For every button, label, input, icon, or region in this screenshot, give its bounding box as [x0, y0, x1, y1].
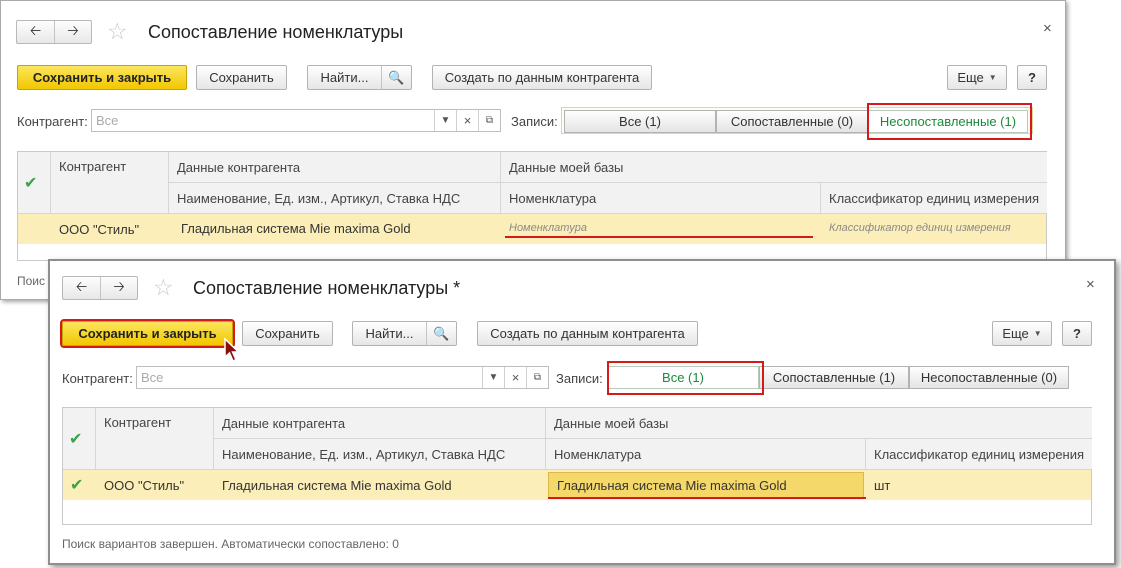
records-label: Записи:	[556, 371, 603, 386]
favorite-star-icon[interactable]: ☆	[107, 19, 128, 43]
open-icon[interactable]: ⧉	[526, 367, 548, 388]
nav-group: 🡠 🡢	[62, 276, 138, 300]
chevron-down-icon: ▼	[988, 73, 997, 82]
row-counterparty: ООО "Стиль"	[104, 477, 185, 493]
tab-all[interactable]: Все (1)	[564, 110, 716, 133]
close-icon[interactable]: ×	[1043, 20, 1052, 37]
red-underline	[505, 236, 813, 238]
find-group: Найти... 🔍	[307, 65, 412, 90]
dropdown-arrow-icon[interactable]: ▼	[434, 110, 456, 131]
header-nomenclature[interactable]: Номенклатура	[501, 183, 821, 214]
counterparty-placeholder: Все	[96, 113, 119, 128]
search-icon[interactable]: 🔍	[426, 322, 456, 345]
header-counterparty[interactable]: Контрагент	[51, 152, 169, 214]
more-label: Еще	[957, 70, 984, 85]
create-from-counterparty-button[interactable]: Создать по данным контрагента	[432, 65, 652, 90]
favorite-star-icon[interactable]: ☆	[153, 275, 174, 299]
records-switch: Все (1) Сопоставленные (0) Несопоставлен…	[561, 107, 1033, 134]
header-check: ✔	[63, 408, 96, 470]
red-underline	[548, 497, 866, 499]
row-check[interactable]: ✔	[63, 470, 83, 500]
tab-matched[interactable]: Сопоставленные (0)	[716, 110, 868, 133]
more-label: Еще	[1002, 326, 1029, 341]
find-button[interactable]: Найти...	[308, 66, 381, 89]
clear-icon[interactable]: ×	[456, 110, 478, 131]
header-unit-classifier[interactable]: Классификатор единиц измерения	[821, 183, 1047, 214]
row-counterparty: ООО "Стиль"	[59, 221, 140, 237]
status-text: Поис	[17, 274, 46, 288]
row-cp-name: Гладильная система Mie maxima Gold	[181, 220, 411, 236]
header-check: ✔	[18, 152, 51, 214]
save-close-button[interactable]: Сохранить и закрыть	[60, 319, 235, 348]
checkmark-icon: ✔	[70, 477, 84, 494]
forward-arrow-icon[interactable]: 🡢	[54, 21, 91, 43]
nav-group: 🡠 🡢	[16, 20, 92, 44]
clear-icon[interactable]: ×	[504, 367, 526, 388]
matching-table: ✔ Контрагент Данные контрагента Наименов…	[17, 151, 1047, 261]
tab-matched[interactable]: Сопоставленные (1)	[759, 366, 909, 389]
save-button[interactable]: Сохранить	[242, 321, 333, 346]
row-unit[interactable]: шт	[866, 470, 890, 500]
save-button[interactable]: Сохранить	[196, 65, 287, 90]
more-button[interactable]: Еще ▼	[992, 321, 1052, 346]
counterparty-field[interactable]: Все ▼ × ⧉	[91, 109, 501, 132]
row-unit-placeholder[interactable]: Классификатор единиц измерения	[821, 214, 1011, 242]
matching-table: ✔ Контрагент Данные контрагента Наименов…	[62, 407, 1092, 525]
help-button[interactable]: ?	[1062, 321, 1092, 346]
header-cp-data-sub[interactable]: Наименование, Ед. изм., Артикул, Ставка …	[214, 439, 546, 470]
header-my-data[interactable]: Данные моей базы	[546, 408, 1092, 439]
records-switch: Все (1) Сопоставленные (1) Несопоставлен…	[605, 364, 1075, 391]
help-button[interactable]: ?	[1017, 65, 1047, 90]
header-nomenclature[interactable]: Номенклатура	[546, 439, 866, 470]
back-arrow-icon[interactable]: 🡠	[17, 21, 54, 43]
header-cp-data[interactable]: Данные контрагента	[214, 408, 546, 439]
back-arrow-icon[interactable]: 🡠	[63, 277, 100, 299]
find-button[interactable]: Найти...	[353, 322, 426, 345]
search-icon[interactable]: 🔍	[381, 66, 411, 89]
row-cp-name: Гладильная система Mie maxima Gold	[222, 477, 452, 493]
counterparty-placeholder: Все	[141, 370, 164, 385]
forward-arrow-icon[interactable]: 🡢	[100, 277, 137, 299]
window-1: 🡠 🡢 ☆ Сопоставление номенклатуры × Сохра…	[0, 0, 1066, 300]
find-group: Найти... 🔍	[352, 321, 457, 346]
counterparty-label: Контрагент:	[17, 114, 88, 129]
mouse-cursor-icon	[224, 337, 241, 363]
header-cp-data-sub[interactable]: Наименование, Ед. изм., Артикул, Ставка …	[169, 183, 501, 214]
checkmark-icon: ✔	[69, 430, 83, 448]
checkmark-icon: ✔	[24, 174, 38, 192]
status-text: Поиск вариантов завершен. Автоматически …	[62, 537, 399, 551]
tab-unmatched[interactable]: Несопоставленные (1)	[868, 110, 1028, 133]
tab-unmatched[interactable]: Несопоставленные (0)	[909, 366, 1069, 389]
table-row[interactable]: ООО "Стиль" Гладильная система Mie maxim…	[18, 214, 1046, 244]
dropdown-arrow-icon[interactable]: ▼	[482, 367, 504, 388]
counterparty-field[interactable]: Все ▼ × ⧉	[136, 366, 549, 389]
open-icon[interactable]: ⧉	[478, 110, 500, 131]
row-nomenclature[interactable]: Гладильная система Mie maxima Gold	[548, 472, 864, 498]
window-title: Сопоставление номенклатуры *	[193, 278, 461, 298]
close-icon[interactable]: ×	[1086, 276, 1095, 293]
header-counterparty[interactable]: Контрагент	[96, 408, 214, 470]
header-cp-data[interactable]: Данные контрагента	[169, 152, 501, 183]
save-close-button[interactable]: Сохранить и закрыть	[17, 65, 187, 90]
records-label: Записи:	[511, 114, 558, 129]
counterparty-label: Контрагент:	[62, 371, 133, 386]
header-my-data[interactable]: Данные моей базы	[501, 152, 1047, 183]
window-title: Сопоставление номенклатуры	[148, 22, 404, 42]
table-row[interactable]: ✔ ООО "Стиль" Гладильная система Mie max…	[63, 470, 1091, 500]
chevron-down-icon: ▼	[1033, 329, 1042, 338]
more-button[interactable]: Еще ▼	[947, 65, 1007, 90]
header-unit-classifier[interactable]: Классификатор единиц измерения	[866, 439, 1092, 470]
window-2: 🡠 🡢 ☆ Сопоставление номенклатуры * × Сох…	[48, 259, 1116, 565]
create-from-counterparty-button[interactable]: Создать по данным контрагента	[477, 321, 698, 346]
tab-all[interactable]: Все (1)	[607, 366, 759, 389]
